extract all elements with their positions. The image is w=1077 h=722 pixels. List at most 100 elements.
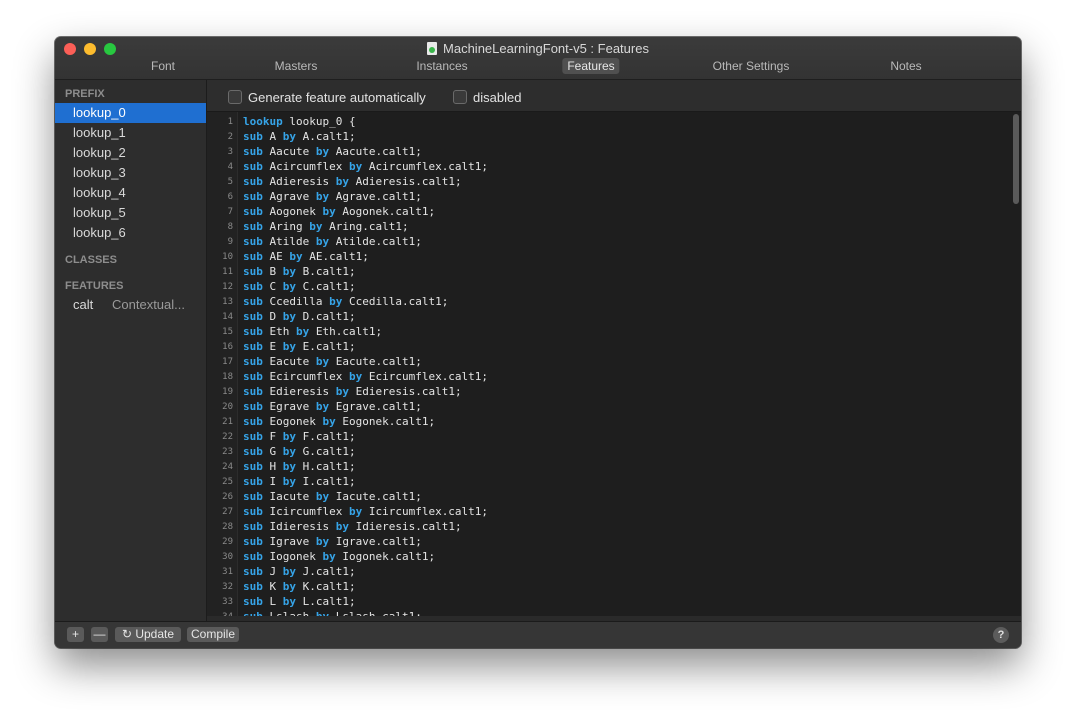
- keyword-token: by: [289, 250, 303, 263]
- code-line: sub Eth by Eth.calt1;: [243, 325, 382, 338]
- code-token: Atilde: [262, 235, 316, 248]
- classes-header: CLASSES: [65, 254, 117, 266]
- tab-instances[interactable]: Instances: [411, 58, 472, 74]
- sidebar-item-lookup-3[interactable]: lookup_3: [55, 163, 206, 183]
- line-number: 1: [227, 117, 233, 127]
- keyword-token: sub: [243, 460, 263, 473]
- sidebar-item-lookup-2[interactable]: lookup_2: [55, 143, 206, 163]
- keyword-token: by: [315, 190, 330, 203]
- keyword-token: by: [282, 475, 296, 488]
- sidebar-item-calt[interactable]: calt Contextual...: [55, 295, 206, 315]
- tab-features[interactable]: Features: [562, 58, 620, 74]
- compile-button[interactable]: Compile: [187, 627, 239, 642]
- line-number: 3: [227, 147, 233, 157]
- code-token: L.calt1;: [296, 595, 356, 608]
- keyword-token: sub: [243, 280, 263, 293]
- options-bar: Generate feature automatically disabled: [207, 80, 1021, 112]
- line-number: 17: [222, 357, 233, 367]
- keyword-token: sub: [243, 355, 263, 368]
- sidebar-item-label: lookup_1: [73, 125, 126, 140]
- disabled-checkbox[interactable]: disabled: [453, 90, 521, 105]
- code-token: Ecircumflex: [262, 370, 349, 383]
- sidebar-item-lookup-0[interactable]: lookup_0: [55, 103, 206, 123]
- sidebar-item-lookup-5[interactable]: lookup_5: [55, 203, 206, 223]
- code-token: Icircumflex: [262, 505, 349, 518]
- code-token: J.calt1;: [296, 565, 356, 578]
- line-number: 25: [222, 477, 233, 487]
- line-number: 30: [222, 552, 233, 562]
- keyword-token: by: [315, 535, 330, 548]
- keyword-token: sub: [243, 490, 263, 503]
- sidebar-item-lookup-4[interactable]: lookup_4: [55, 183, 206, 203]
- tab-notes[interactable]: Notes: [885, 58, 926, 74]
- line-number: 13: [222, 297, 233, 307]
- code-token: Igrave: [262, 535, 316, 548]
- code-token: H.calt1;: [296, 460, 356, 473]
- code-line: sub Ecircumflex by Ecircumflex.calt1;: [243, 370, 488, 383]
- code-token: Iogonek.calt1;: [335, 550, 436, 563]
- code-token: Aring.calt1;: [322, 220, 409, 233]
- feature-tag: calt: [73, 297, 94, 312]
- line-number: 27: [222, 507, 233, 517]
- remove-button[interactable]: —: [91, 627, 108, 642]
- keyword-token: by: [348, 370, 363, 383]
- sidebar-item-lookup-6[interactable]: lookup_6: [55, 223, 206, 243]
- line-number: 19: [222, 387, 233, 397]
- code-token: K.calt1;: [296, 580, 356, 593]
- checkbox-label: disabled: [473, 90, 522, 105]
- help-button[interactable]: ?: [993, 627, 1009, 643]
- code-line: sub Aogonek by Aogonek.calt1;: [243, 205, 435, 218]
- code-token: Aring: [262, 220, 310, 233]
- refresh-icon: ↻: [121, 627, 132, 641]
- generate-automatically-checkbox[interactable]: Generate feature automatically: [228, 90, 426, 105]
- line-number: 21: [222, 417, 233, 427]
- code-line: sub Atilde by Atilde.calt1;: [243, 235, 422, 248]
- code-token: J: [262, 565, 283, 578]
- code-token: H: [262, 460, 283, 473]
- checkbox-label: Generate feature automatically: [248, 90, 426, 105]
- code-line: sub AE by AE.calt1;: [243, 250, 369, 263]
- code-token: Eacute: [262, 355, 316, 368]
- keyword-token: sub: [243, 475, 263, 488]
- code-token: Edieresis: [262, 385, 336, 398]
- code-token: F.calt1;: [296, 430, 356, 443]
- code-token: D: [262, 310, 283, 323]
- code-token: Ecircumflex.calt1;: [362, 370, 489, 383]
- code-token: lookup_0 {: [282, 115, 356, 128]
- add-button[interactable]: +: [67, 627, 84, 642]
- update-button[interactable]: ↻ Update: [115, 627, 181, 642]
- code-token: Idieresis: [262, 520, 336, 533]
- tab-font[interactable]: Font: [146, 58, 180, 74]
- code-line: sub C by C.calt1;: [243, 280, 356, 293]
- code-line: sub J by J.calt1;: [243, 565, 356, 578]
- keyword-token: sub: [243, 505, 263, 518]
- sidebar-item-lookup-1[interactable]: lookup_1: [55, 123, 206, 143]
- line-number: 18: [222, 372, 233, 382]
- keyword-token: by: [335, 175, 349, 188]
- code-editor[interactable]: 1 2 3 4 5 6 7 8 9 10 11 12 13 14 15 16 17 18 19 20 21 22 23 24 2…: [207, 112, 1021, 616]
- tab-masters[interactable]: Masters: [270, 58, 323, 74]
- code-token: Iacute: [262, 490, 316, 503]
- line-number-gutter: 1 2 3 4 5 6 7 8 9 10 11 12 13 14 15 16 17 18 19 20 21 22 23 24 2…: [207, 112, 238, 616]
- tab-other-settings[interactable]: Other Settings: [708, 58, 795, 74]
- keyword-token: sub: [243, 595, 263, 608]
- keyword-token: by: [282, 130, 296, 143]
- code-token: Eogonek.calt1;: [335, 415, 436, 428]
- code-line: sub Egrave by Egrave.calt1;: [243, 400, 422, 413]
- scrollbar-thumb[interactable]: [1013, 114, 1019, 204]
- code-token: Egrave: [262, 400, 316, 413]
- code-token: Iacute.calt1;: [329, 490, 422, 503]
- keyword-token: sub: [243, 130, 263, 143]
- code-line: sub Ccedilla by Ccedilla.calt1;: [243, 295, 448, 308]
- keyword-token: sub: [243, 265, 263, 278]
- keyword-token: sub: [243, 190, 263, 203]
- keyword-token: by: [329, 295, 343, 308]
- code-line: lookup lookup_0 {: [243, 115, 356, 128]
- vertical-scrollbar[interactable]: [1013, 114, 1019, 614]
- code-token: B: [262, 265, 283, 278]
- code-token: Idieresis.calt1;: [348, 520, 462, 533]
- line-number: 29: [222, 537, 233, 547]
- code-line: sub Aring by Aring.calt1;: [243, 220, 409, 233]
- code-token: F: [262, 430, 283, 443]
- code-line: sub D by D.calt1;: [243, 310, 356, 323]
